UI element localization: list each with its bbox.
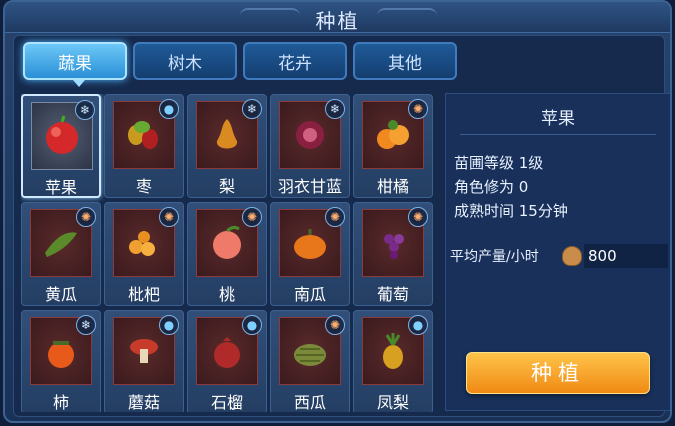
item-slot[interactable]: ● 凤梨	[353, 310, 433, 412]
item-name: 葡萄	[376, 285, 409, 304]
item-slot[interactable]: ● 石榴	[187, 310, 267, 412]
peach-icon	[213, 225, 241, 259]
item-slot[interactable]: ✺ 桃	[187, 202, 267, 306]
yield-label: 平均产量/小时	[450, 249, 539, 265]
item-slot[interactable]: ✺ 黄瓜	[21, 202, 101, 306]
item-name: 梨	[218, 177, 235, 196]
item-name: 柿	[52, 393, 69, 412]
water-drop-icon: ●	[159, 315, 179, 335]
mature-time: 成熟时间 15分钟	[454, 202, 568, 220]
sun-icon: ✺	[76, 207, 96, 227]
jujube-icon	[128, 121, 158, 149]
item-name: 苹果	[44, 178, 77, 197]
item-name: 西瓜	[293, 393, 326, 412]
sun-icon: ✺	[325, 207, 345, 227]
item-name: 南瓜	[293, 285, 326, 304]
persimmon-icon	[48, 341, 74, 368]
item-slot[interactable]: ● 蘑菇	[104, 310, 184, 412]
pear-icon	[216, 119, 238, 149]
cucumber-icon	[45, 232, 77, 257]
item-name: 柑橘	[376, 177, 409, 196]
yield-value: 800	[584, 244, 668, 268]
kale-icon	[296, 121, 324, 149]
nursery-level: 苗圃等级 1级	[454, 154, 544, 172]
snowflake-icon: ❄	[242, 99, 262, 119]
detail-panel: 苹果 苗圃等级 1级 角色修为 0 成熟时间 15分钟 平均产量/小时 800 …	[445, 93, 670, 411]
item-grid[interactable]: ❄ 苹果 ● 枣 ❄ 梨 ❄ 羽衣甘蓝 ✺ 柑橘 ✺ 黄瓜 ✺ 枇杷 ✺ 桃 ✺ 南瓜 ✺ 葡萄 ❄ 柿 ● 蘑菇 ● 石榴 ✺ 西瓜…	[21, 94, 437, 412]
selected-item-name: 苹果	[541, 109, 575, 129]
item-name: 黄瓜	[44, 285, 77, 304]
melon-icon	[294, 344, 326, 366]
money-bag-icon	[562, 246, 582, 266]
snowflake-icon: ❄	[75, 100, 95, 120]
snowflake-icon: ❄	[76, 315, 96, 335]
planting-window: 种植 蔬果 树木 花卉 其他 ❄ 苹果 ● 枣 ❄ 梨 ❄ 羽衣甘蓝 ✺ 柑橘 ✺ 黄瓜 ✺ 枇杷 ✺ 桃 ✺ 南…	[3, 0, 672, 423]
orange-icon	[377, 120, 409, 149]
item-name: 枣	[135, 177, 152, 196]
loquat-icon	[129, 231, 155, 256]
tab-trees[interactable]: 树木	[133, 42, 237, 80]
item-name: 桃	[218, 285, 235, 304]
sun-icon: ✺	[408, 99, 428, 119]
sun-icon: ✺	[408, 207, 428, 227]
item-name: 蘑菇	[127, 393, 160, 412]
item-name: 羽衣甘蓝	[277, 177, 342, 196]
sun-icon: ✺	[242, 207, 262, 227]
grape-icon	[384, 234, 404, 259]
tab-vegetables-fruits[interactable]: 蔬果	[23, 42, 127, 80]
water-drop-icon: ●	[408, 315, 428, 335]
window-title: 种植	[315, 9, 360, 33]
item-slot[interactable]: ❄ 羽衣甘蓝	[270, 94, 350, 198]
item-slot[interactable]: ❄ 苹果	[21, 94, 101, 198]
item-name: 凤梨	[376, 393, 409, 412]
item-name: 枇杷	[127, 285, 160, 304]
item-slot[interactable]: ✺ 葡萄	[353, 202, 433, 306]
divider	[460, 134, 656, 135]
item-slot[interactable]: ✺ 柑橘	[353, 94, 433, 198]
item-slot[interactable]: ✺ 西瓜	[270, 310, 350, 412]
item-slot[interactable]: ✺ 枇杷	[104, 202, 184, 306]
item-slot[interactable]: ● 枣	[104, 94, 184, 198]
active-tab-caret	[73, 80, 85, 87]
pineapple-icon	[383, 333, 403, 369]
pumpkin-icon	[294, 229, 326, 259]
cultivation-requirement: 角色修为 0	[454, 178, 529, 196]
apple-icon	[46, 115, 78, 154]
item-slot[interactable]: ❄ 梨	[187, 94, 267, 198]
item-slot[interactable]: ✺ 南瓜	[270, 202, 350, 306]
sun-icon: ✺	[325, 315, 345, 335]
mushroom-icon	[130, 339, 158, 363]
sun-icon: ✺	[159, 207, 179, 227]
snowflake-icon: ❄	[325, 99, 345, 119]
pomegranate-icon	[214, 337, 240, 368]
water-drop-icon: ●	[242, 315, 262, 335]
tab-others[interactable]: 其他	[353, 42, 457, 80]
item-slot[interactable]: ❄ 柿	[21, 310, 101, 412]
water-drop-icon: ●	[159, 99, 179, 119]
plant-button[interactable]: 种植	[466, 352, 650, 394]
yield-row: 平均产量/小时 800	[446, 244, 670, 268]
tab-flowers[interactable]: 花卉	[243, 42, 347, 80]
detail-box: 苹果 苗圃等级 1级 角色修为 0 成熟时间 15分钟 平均产量/小时 800 …	[445, 93, 670, 411]
scroll-down-icon[interactable]: ⌄	[227, 398, 239, 414]
title-bar: 种植	[5, 2, 670, 33]
